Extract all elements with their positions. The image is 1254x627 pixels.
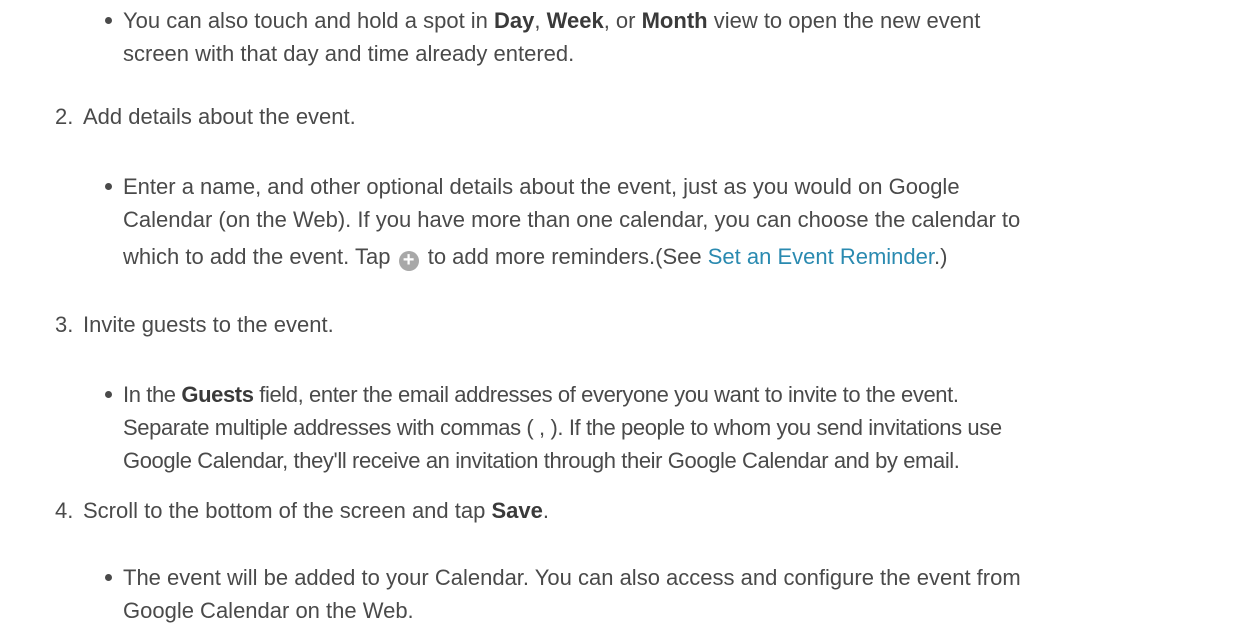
step-number: 4. bbox=[55, 498, 74, 523]
step4-title: Scroll to the bottom of the screen and t… bbox=[83, 498, 549, 523]
help-document: You can also touch and hold a spot in Da… bbox=[0, 0, 1254, 623]
bullet-dot bbox=[105, 391, 112, 398]
step3-title: Invite guests to the event. bbox=[83, 312, 334, 337]
step3-bullet-line2: Separate multiple addresses with commas … bbox=[123, 415, 1002, 440]
bullet-dot bbox=[105, 17, 112, 24]
month-view-label: Month bbox=[641, 8, 708, 33]
day-view-label: Day bbox=[494, 8, 535, 33]
step2-title: Add details about the event. bbox=[83, 104, 356, 129]
step3-bullet-line1: In the Guests field, enter the email add… bbox=[123, 382, 959, 407]
bullet-dot bbox=[105, 183, 112, 190]
step4-bullet-line1: The event will be added to your Calendar… bbox=[123, 565, 1021, 590]
guests-field-label: Guests bbox=[181, 382, 254, 407]
step1-bullet-line1: You can also touch and hold a spot in Da… bbox=[123, 8, 981, 33]
set-event-reminder-link[interactable]: Set an Event Reminder bbox=[708, 244, 934, 269]
step2-bullet-line3: which to add the event. Tap + to add mor… bbox=[123, 244, 948, 271]
bullet-dot bbox=[105, 574, 112, 581]
step2-bullet-line1: Enter a name, and other optional details… bbox=[123, 174, 960, 199]
step3-bullet-line3: Google Calendar, they'll receive an invi… bbox=[123, 448, 960, 473]
step4-bullet-line2: Google Calendar on the Web. bbox=[123, 598, 414, 623]
step-number: 2. bbox=[55, 104, 74, 129]
plus-circle-icon: + bbox=[398, 250, 419, 271]
step2-bullet-line2: Calendar (on the Web). If you have more … bbox=[123, 207, 1021, 232]
save-button-label: Save bbox=[491, 498, 543, 523]
step-number: 3. bbox=[55, 312, 74, 337]
week-view-label: Week bbox=[546, 8, 604, 33]
step1-bullet-line2: screen with that day and time already en… bbox=[123, 41, 575, 66]
